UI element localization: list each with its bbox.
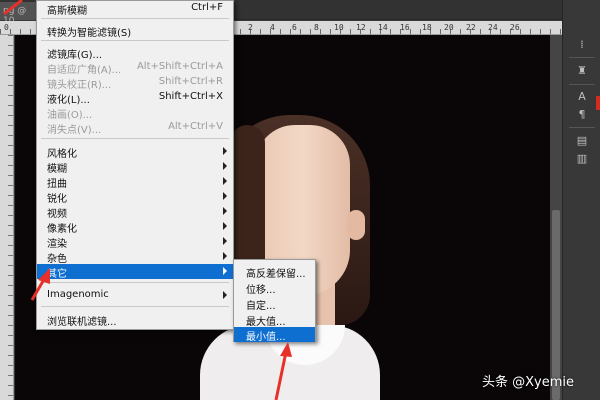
ruler-mark: 6 xyxy=(292,23,297,32)
submenu-arrow-icon xyxy=(223,237,227,245)
menu-item-blur[interactable]: 模糊 xyxy=(37,159,233,175)
submenu-arrow-icon xyxy=(223,162,227,170)
menu-separator xyxy=(41,40,229,41)
menu-item-shortcut: Alt+Shift+Ctrl+A xyxy=(136,61,223,72)
menu-item-label: 镜头校正(R)... xyxy=(47,80,112,91)
menu-item-label: 风格化 xyxy=(47,149,77,160)
submenu-arrow-icon xyxy=(223,147,227,155)
menu-item-label: 转换为智能滤镜(S) xyxy=(47,28,132,39)
submenu-arrow-icon xyxy=(223,267,227,275)
menu-item-label: 高斯模糊 xyxy=(47,6,87,17)
submenu-item-custom[interactable]: 自定... xyxy=(234,296,315,312)
menu-item-adaptive-wide-angle[interactable]: 自适应广角(A)... Alt+Shift+Ctrl+A xyxy=(37,60,233,76)
submenu-item-label: 最大值... xyxy=(246,317,286,328)
menu-item-distort[interactable]: 扭曲 xyxy=(37,174,233,190)
menu-item-gaussian-blur[interactable]: 高斯模糊 Ctrl+F xyxy=(37,1,233,17)
menu-item-label: 滤镜库(G)... xyxy=(47,50,103,61)
clone-source-icon[interactable]: ♜ xyxy=(571,62,593,80)
menu-item-label: 其它 xyxy=(47,269,67,280)
ruler-mark: 12 xyxy=(356,23,366,32)
menu-item-convert-smart-filters[interactable]: 转换为智能滤镜(S) xyxy=(37,23,233,39)
menu-item-label: 渲染 xyxy=(47,239,67,250)
menu-item-label: 视频 xyxy=(47,209,67,220)
menu-item-label: 锐化 xyxy=(47,194,67,205)
submenu-arrow-icon xyxy=(223,291,227,299)
character-icon[interactable]: A xyxy=(571,88,593,106)
layer-comps-icon[interactable]: ▤ xyxy=(571,132,593,150)
submenu-arrow-icon xyxy=(223,207,227,215)
ruler-mark: 14 xyxy=(378,23,388,32)
menu-item-render[interactable]: 渲染 xyxy=(37,234,233,250)
menu-item-oil-paint[interactable]: 油画(O)... xyxy=(37,105,233,121)
menu-item-label: 扭曲 xyxy=(47,179,67,190)
menu-item-shortcut: Ctrl+F xyxy=(191,2,223,13)
menu-item-label: 浏览联机滤镜... xyxy=(47,317,117,328)
ruler-mark: 8 xyxy=(314,23,319,32)
submenu-item-label: 位移... xyxy=(246,285,276,296)
menu-item-filter-gallery[interactable]: 滤镜库(G)... xyxy=(37,45,233,61)
submenu-arrow-icon xyxy=(223,252,227,260)
menu-separator xyxy=(41,18,229,19)
color-swatch[interactable] xyxy=(596,96,600,110)
menu-item-browse-online-filters[interactable]: 浏览联机滤镜... xyxy=(37,312,233,328)
menu-item-label: 油画(O)... xyxy=(47,110,93,121)
menu-item-sharpen[interactable]: 锐化 xyxy=(37,189,233,205)
menu-item-pixelate[interactable]: 像素化 xyxy=(37,219,233,235)
menu-item-label: 像素化 xyxy=(47,224,77,235)
menu-item-label: 自适应广角(A)... xyxy=(47,65,122,76)
menu-item-noise[interactable]: 杂色 xyxy=(37,249,233,265)
menu-item-imagenomic[interactable]: Imagenomic xyxy=(37,288,233,303)
menu-item-lens-correction[interactable]: 镜头校正(R)... Shift+Ctrl+R xyxy=(37,75,233,91)
submenu-item-offset[interactable]: 位移... xyxy=(234,280,315,296)
menu-separator xyxy=(41,282,229,283)
panel-divider xyxy=(569,127,595,128)
paragraph-icon[interactable]: ¶ xyxy=(571,106,593,124)
menu-item-liquify[interactable]: 液化(L)... Shift+Ctrl+X xyxy=(37,90,233,106)
menu-item-label: 消失点(V)... xyxy=(47,125,102,136)
ruler-mark: 20 xyxy=(444,23,454,32)
ruler-mark: 26 xyxy=(510,23,520,32)
ruler-mark: 22 xyxy=(466,23,476,32)
menu-item-video[interactable]: 视频 xyxy=(37,204,233,220)
menu-item-vanishing-point[interactable]: 消失点(V)... Alt+Ctrl+V xyxy=(37,120,233,136)
ruler-mark: 16 xyxy=(400,23,410,32)
menu-item-label: Imagenomic xyxy=(47,289,109,300)
ruler-mark: 18 xyxy=(422,23,432,32)
menu-item-other[interactable]: 其它 xyxy=(37,264,233,280)
menu-separator xyxy=(41,138,229,139)
vertical-ruler xyxy=(0,35,14,400)
submenu-item-maximum[interactable]: 最大值... xyxy=(234,312,315,328)
document-tab[interactable]: ng @ 10 xyxy=(0,2,40,26)
menu-item-shortcut: Alt+Ctrl+V xyxy=(168,121,223,132)
submenu-item-high-pass[interactable]: 高反差保留... xyxy=(234,264,315,280)
submenu-item-label: 高反差保留... xyxy=(246,269,306,280)
ruler-mark: 0 xyxy=(4,23,9,32)
ruler-mark: 2 xyxy=(248,23,253,32)
menu-item-label: 模糊 xyxy=(47,164,67,175)
other-submenu: 高反差保留... 位移... 自定... 最大值... 最小值... xyxy=(233,259,316,343)
menu-item-shortcut: Shift+Ctrl+R xyxy=(158,76,223,87)
submenu-item-label: 自定... xyxy=(246,301,276,312)
panel-divider xyxy=(569,57,595,58)
ruler-mark: 4 xyxy=(270,23,275,32)
watermark: 头条 @Xyemie xyxy=(482,375,575,390)
panel-divider xyxy=(569,84,595,85)
notes-icon[interactable]: ▥ xyxy=(571,150,593,168)
filter-menu: 高斯模糊 Ctrl+F 转换为智能滤镜(S) 滤镜库(G)... 自适应广角(A… xyxy=(36,0,234,330)
brush-settings-icon[interactable]: ⁞ xyxy=(571,36,593,54)
menu-item-shortcut: Shift+Ctrl+X xyxy=(158,91,223,102)
ruler-mark: 24 xyxy=(488,23,498,32)
submenu-arrow-icon xyxy=(223,177,227,185)
portrait-ear xyxy=(347,210,365,240)
submenu-item-minimum[interactable]: 最小值... xyxy=(234,327,315,343)
panel-dock: ⁞ ♜ A ¶ ▤ ▥ xyxy=(562,0,600,400)
menu-item-stylize[interactable]: 风格化 xyxy=(37,144,233,160)
ruler-mark: 10 xyxy=(334,23,344,32)
submenu-arrow-icon xyxy=(223,222,227,230)
menu-item-label: 杂色 xyxy=(47,254,67,265)
menu-separator xyxy=(41,306,229,307)
submenu-arrow-icon xyxy=(223,192,227,200)
submenu-item-label: 最小值... xyxy=(246,332,286,343)
menu-item-label: 液化(L)... xyxy=(47,95,90,106)
